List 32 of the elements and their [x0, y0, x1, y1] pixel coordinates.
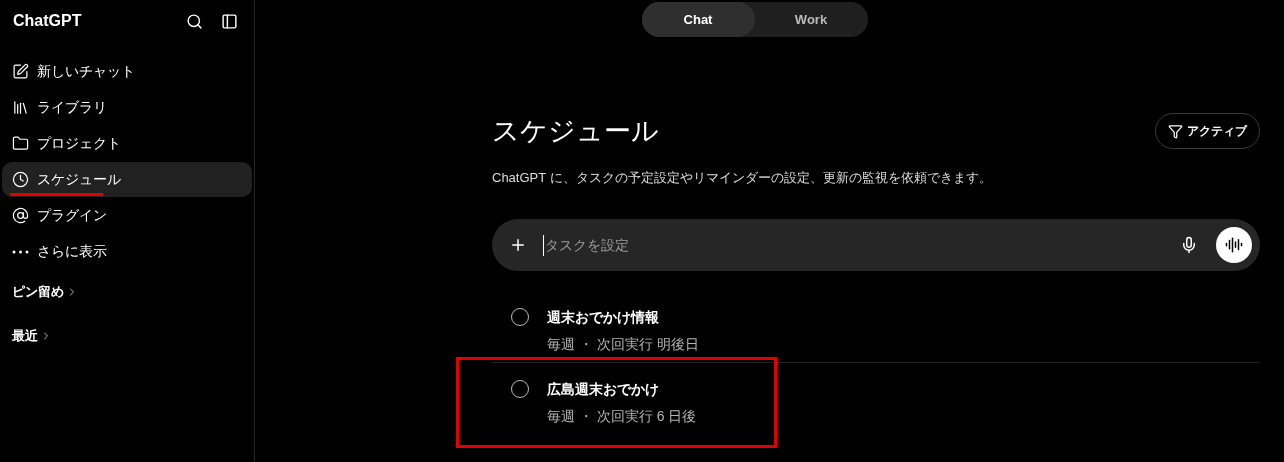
task-schedule: 毎週 ・ 次回実行 6 日後 [547, 407, 697, 426]
sidebar-item[interactable]: スケジュール [2, 162, 252, 197]
library-icon [12, 99, 29, 116]
mode-tab[interactable]: Chat [641, 2, 755, 37]
app-title: ChatGPT [13, 11, 82, 31]
task-input-field[interactable]: タスクを設定 [543, 234, 1180, 256]
composer-bar[interactable]: タスクを設定 [492, 219, 1260, 271]
section-header[interactable]: 最近 [12, 324, 252, 348]
sidebar-toggle-icon[interactable] [221, 12, 238, 30]
filter-icon [1168, 123, 1183, 139]
audio-lines-icon [1225, 236, 1243, 254]
task-title: 週末おでかけ情報 [547, 308, 660, 327]
folder-icon [12, 135, 29, 152]
microphone-icon[interactable] [1180, 236, 1198, 254]
more-icon [12, 249, 29, 254]
sidebar-item[interactable]: 新しいチャット [2, 54, 252, 89]
voice-button[interactable] [1216, 227, 1252, 263]
sidebar-item[interactable]: ライブラリ [2, 90, 252, 125]
mode-tab[interactable]: Work [754, 2, 868, 37]
page-title: スケジュール [492, 115, 659, 148]
clock-icon [12, 171, 29, 188]
sidebar-item[interactable]: さらに表示 [2, 234, 252, 269]
search-icon[interactable] [186, 12, 203, 30]
section-header[interactable]: ピン留め [12, 280, 252, 304]
sidebar-item[interactable]: プラグイン [2, 198, 252, 233]
page-description: ChatGPT に、タスクの予定設定やリマインダーの設定、更新の監視を依頼できます。 [492, 168, 993, 187]
task-title: 広島週末おでかけ [547, 380, 660, 399]
plus-icon[interactable] [509, 236, 527, 254]
task-schedule: 毎週 ・ 次回実行 明後日 [547, 335, 699, 354]
sidebar-item[interactable]: プロジェクト [2, 126, 252, 161]
at-sign-icon [12, 207, 29, 224]
edit-icon [12, 63, 29, 80]
